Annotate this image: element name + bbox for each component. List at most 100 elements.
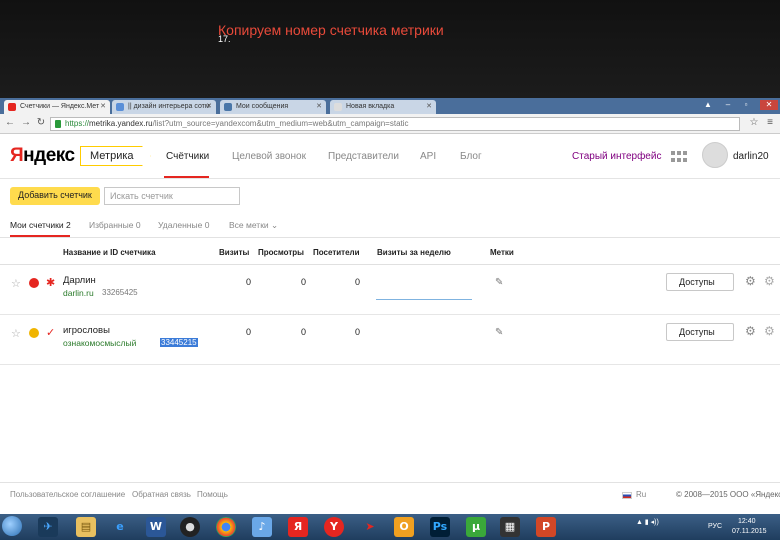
keyboard-language[interactable]: РУС bbox=[708, 523, 722, 530]
add-counter-button[interactable]: Добавить счетчик bbox=[10, 187, 100, 205]
divider bbox=[0, 237, 780, 238]
tray-icons[interactable]: ▲ ▮ ◂)) bbox=[636, 518, 659, 526]
counter-site[interactable]: darlin.ru bbox=[63, 288, 94, 298]
bookmark-star-icon[interactable]: ☆ bbox=[748, 117, 760, 129]
nav-api[interactable]: API bbox=[420, 151, 436, 162]
username[interactable]: darlin20 bbox=[733, 151, 769, 162]
edit-tags-icon[interactable]: ✎ bbox=[495, 327, 503, 338]
status-error-icon bbox=[29, 278, 39, 288]
delete-icon[interactable]: ⚙ bbox=[764, 274, 775, 288]
tab-deleted[interactable]: Удаленные 0 bbox=[158, 220, 209, 230]
counter-name[interactable]: Дарлин bbox=[63, 275, 96, 286]
tab-favorites[interactable]: Избранные 0 bbox=[89, 220, 141, 230]
counter-name[interactable]: игрословы bbox=[63, 325, 110, 336]
yandex-icon[interactable]: Я bbox=[288, 517, 308, 537]
page-favicon-icon bbox=[116, 103, 124, 111]
active-nav-underline bbox=[164, 176, 209, 178]
avatar[interactable] bbox=[702, 142, 728, 168]
access-button[interactable]: Доступы bbox=[666, 323, 734, 341]
powerpoint-icon[interactable]: P bbox=[536, 517, 556, 537]
visitors-value: 0 bbox=[355, 277, 361, 287]
tab-all-tags[interactable]: Все метки ⌄ bbox=[229, 220, 278, 231]
col-visits[interactable]: Визиты bbox=[219, 248, 249, 257]
visits-value: 0 bbox=[246, 327, 252, 337]
minimize-icon[interactable]: – bbox=[722, 100, 734, 110]
nav-target-call[interactable]: Целевой звонок bbox=[232, 151, 306, 162]
menu-icon[interactable]: ≡ bbox=[764, 117, 776, 129]
slide-title-text: Копируем номер счетчика метрики bbox=[218, 22, 444, 38]
browser-tab-messages[interactable]: Мои сообщения ✕ bbox=[220, 100, 326, 114]
col-visitors[interactable]: Посетители bbox=[313, 248, 360, 257]
forward-icon[interactable]: → bbox=[20, 117, 32, 129]
col-name[interactable]: Название и ID счетчика bbox=[63, 248, 156, 257]
footer-link-agreement[interactable]: Пользовательское соглашение bbox=[10, 490, 125, 499]
counter-type-icon: ✱ bbox=[46, 277, 56, 289]
visits-value: 0 bbox=[246, 277, 252, 287]
nav-representatives[interactable]: Представители bbox=[328, 151, 399, 162]
folder-icon[interactable]: ▤ bbox=[76, 517, 96, 537]
language-switch[interactable]: Ru bbox=[636, 490, 646, 499]
tab-my-counters[interactable]: Мои счетчики 2 bbox=[10, 220, 71, 230]
services-grid-icon[interactable] bbox=[671, 151, 687, 162]
metrika-product-tag[interactable]: Метрика bbox=[80, 146, 151, 166]
old-interface-link[interactable]: Старый интерфейс bbox=[572, 151, 661, 162]
slide-header: 17. Копируем номер счетчика метрики bbox=[0, 0, 780, 98]
internet-explorer-icon[interactable]: e bbox=[110, 517, 130, 537]
col-week-visits: Визиты за неделю bbox=[377, 248, 451, 257]
browser-tab-new[interactable]: Новая вкладка ✕ bbox=[330, 100, 436, 114]
close-window-icon[interactable]: ✕ bbox=[760, 100, 778, 110]
gear-icon[interactable]: ⚙ bbox=[745, 324, 756, 338]
slide-title: 17. Копируем номер счетчика метрики bbox=[218, 22, 444, 44]
send-icon[interactable]: ➤ bbox=[360, 517, 380, 537]
delete-icon[interactable]: ⚙ bbox=[764, 324, 775, 338]
footer-link-help[interactable]: Помощь bbox=[197, 490, 228, 499]
torrent-icon[interactable]: µ bbox=[466, 517, 486, 537]
close-tab-icon[interactable]: ✕ bbox=[426, 102, 432, 110]
favorite-star-icon[interactable]: ☆ bbox=[11, 327, 21, 340]
url-input[interactable]: https://metrika.yandex.ru/list?utm_sourc… bbox=[50, 117, 740, 131]
table-row: ☆ ✓ игрословы ознакомосмыслый 33445215 0… bbox=[0, 315, 780, 365]
gear-icon[interactable]: ⚙ bbox=[745, 274, 756, 288]
col-tags: Метки bbox=[490, 248, 514, 257]
user-profile-icon[interactable]: ▲ bbox=[702, 100, 714, 110]
browser-tab-metrika[interactable]: Счетчики — Яндекс.Мет ✕ bbox=[4, 100, 110, 114]
slide-number: 17. bbox=[218, 34, 231, 44]
edit-tags-icon[interactable]: ✎ bbox=[495, 277, 503, 288]
start-button[interactable] bbox=[2, 516, 22, 536]
lock-icon bbox=[55, 120, 61, 128]
clock-date[interactable]: 07.11.2015 bbox=[732, 528, 767, 535]
col-views[interactable]: Просмотры bbox=[258, 248, 304, 257]
reload-icon[interactable]: ↻ bbox=[35, 117, 47, 129]
browser-screenshot: Счетчики — Яндекс.Мет ✕ || дизайн интерь… bbox=[0, 98, 780, 540]
chevron-down-icon: ⌄ bbox=[271, 220, 279, 230]
vk-favicon-icon bbox=[224, 103, 232, 111]
yandex-logo[interactable]: Яндекс bbox=[10, 145, 75, 167]
maximize-icon[interactable]: ▫ bbox=[740, 100, 752, 110]
url-scheme: https:// bbox=[65, 119, 90, 128]
speaker-icon[interactable]: ♪ bbox=[252, 517, 272, 537]
photoshop-icon[interactable]: Ps bbox=[430, 517, 450, 537]
chrome-icon[interactable] bbox=[216, 517, 236, 537]
yandex-browser-icon[interactable]: Y bbox=[324, 517, 344, 537]
counter-id-selected[interactable]: 33445215 bbox=[160, 338, 198, 347]
rocket-icon[interactable]: ✈ bbox=[38, 517, 58, 537]
browser-tab-design[interactable]: || дизайн интерьера сотм ✕ bbox=[112, 100, 216, 114]
favorite-star-icon[interactable]: ☆ bbox=[11, 277, 21, 290]
camera-icon[interactable]: ● bbox=[180, 517, 200, 537]
page-favicon-icon bbox=[334, 103, 342, 111]
close-tab-icon[interactable]: ✕ bbox=[316, 102, 322, 110]
back-icon[interactable]: ← bbox=[4, 117, 16, 129]
access-button[interactable]: Доступы bbox=[666, 273, 734, 291]
views-value: 0 bbox=[301, 277, 307, 287]
close-tab-icon[interactable]: ✕ bbox=[100, 102, 106, 110]
close-tab-icon[interactable]: ✕ bbox=[206, 102, 212, 110]
nav-blog[interactable]: Блог bbox=[460, 151, 482, 162]
video-clapper-icon[interactable]: ▦ bbox=[500, 517, 520, 537]
ok-icon[interactable]: О bbox=[394, 517, 414, 537]
word-icon[interactable]: W bbox=[146, 517, 166, 537]
footer-link-feedback[interactable]: Обратная связь bbox=[132, 490, 191, 499]
clock-time[interactable]: 12:40 bbox=[738, 518, 756, 525]
search-counter-input[interactable]: Искать счетчик bbox=[104, 187, 240, 205]
counter-site[interactable]: ознакомосмыслый bbox=[63, 338, 136, 348]
nav-counters[interactable]: Счётчики bbox=[166, 151, 209, 162]
